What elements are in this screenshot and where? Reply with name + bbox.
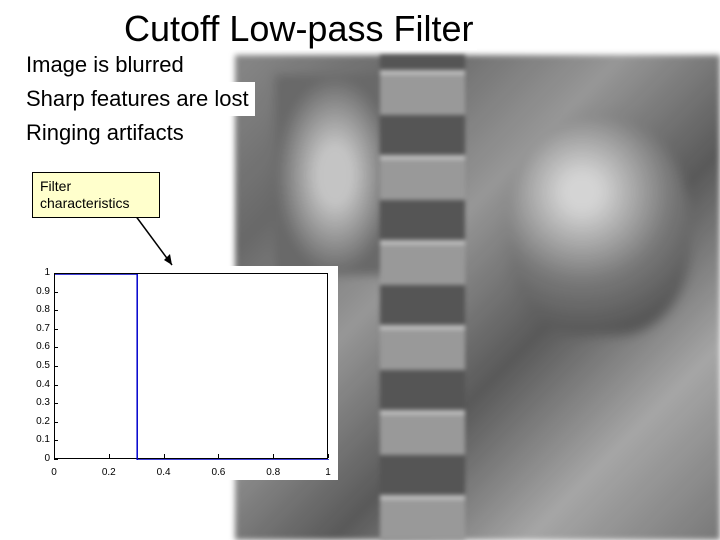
chart-ytick-label: 0.4: [22, 379, 50, 390]
chart-xtick-label: 1: [325, 467, 331, 478]
chart-xtick-label: 0: [51, 467, 57, 478]
bullet-list: Image is blurred Sharp features are lost…: [26, 48, 255, 150]
slide-title: Cutoff Low-pass Filter: [120, 8, 477, 50]
chart-ytick-label: 0.5: [22, 360, 50, 371]
chart-ytick-label: 0: [22, 453, 50, 464]
chart-ytick-label: 0.9: [22, 286, 50, 297]
filter-response-chart: 0 0.1 0.2 0.3 0.4 0.5 0.6 0.7 0.8 0.9 1 0 0.2 0.4 0.6 0…: [18, 266, 338, 480]
chart-ytick-label: 1: [22, 267, 50, 278]
chart-xtick-label: 0.6: [211, 467, 225, 478]
chart-xtick-label: 0.4: [157, 467, 171, 478]
bullet-item: Image is blurred: [26, 48, 190, 82]
filtered-photo-stripe: [380, 55, 465, 540]
bullet-item: Ringing artifacts: [26, 116, 190, 150]
chart-ytick-label: 0.7: [22, 323, 50, 334]
chart-xtick-label: 0.8: [266, 467, 280, 478]
filter-characteristics-callout: Filter characteristics: [32, 172, 160, 218]
chart-plot-area: [54, 273, 328, 459]
chart-xtick-label: 0.2: [102, 467, 116, 478]
chart-ytick-label: 0.8: [22, 304, 50, 315]
chart-line: [55, 274, 329, 460]
chart-ytick-label: 0.6: [22, 341, 50, 352]
chart-ytick-label: 0.1: [22, 434, 50, 445]
chart-ytick-label: 0.3: [22, 397, 50, 408]
chart-ytick-label: 0.2: [22, 416, 50, 427]
bullet-item: Sharp features are lost: [26, 82, 255, 116]
